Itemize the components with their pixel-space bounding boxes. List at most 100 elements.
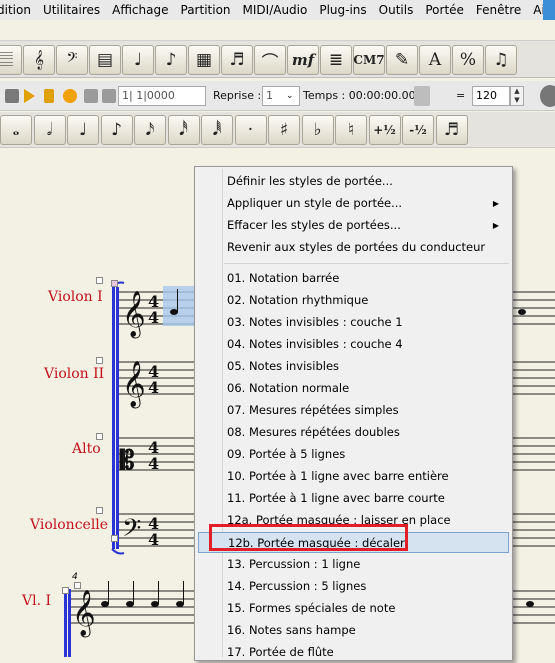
note-entry-toolbar: 𝅝 𝅗𝅥 ♩ ♪ 𝅘𝅥𝅯 𝅘𝅥𝅰 𝅘𝅥𝅱 · ♯ ♭ ♮ +½ -½ ♬ — [0, 112, 555, 148]
menu-item[interactable]: MIDI/Audio — [237, 0, 314, 20]
staff-style-item[interactable]: 16. Notes sans hampe — [198, 620, 509, 641]
tempo-field[interactable]: 120 — [472, 86, 510, 106]
treble-clef-icon: 𝄞 — [122, 361, 146, 409]
chevron-down-icon[interactable]: ⌄ — [286, 86, 294, 106]
svg-text:4: 4 — [148, 378, 159, 397]
record-icon[interactable] — [63, 89, 77, 103]
context-menu-item-label: Revenir aux styles de portées du conduct… — [227, 240, 486, 254]
playback-toolbar: 1| 1|0000 Reprise : 1 ⌄ Temps : 00:00:00… — [0, 81, 555, 111]
context-menu-item-label: Effacer les styles de portées... — [227, 218, 401, 232]
instrument-label-violoncelle[interactable]: Violoncelle — [30, 517, 108, 533]
context-menu-item[interactable]: Définir les styles de portée... — [198, 171, 509, 192]
note-entry-button[interactable]: 𝅘𝅥𝅯 — [134, 115, 166, 145]
staff-style-item[interactable]: 14. Percussion : 5 lignes — [198, 576, 509, 597]
tool-button[interactable]: % — [452, 45, 484, 75]
staff-style-item[interactable]: 17. Portée de flûte — [198, 642, 509, 663]
staff-handle[interactable] — [96, 507, 103, 514]
staff-style-item[interactable]: 09. Portée à 5 lignes — [198, 444, 509, 465]
staff-handle[interactable] — [96, 277, 103, 284]
staff-style-item[interactable]: 05. Notes invisibles — [198, 356, 509, 377]
context-menu-item[interactable]: Effacer les styles de portées... ▶ — [198, 215, 509, 236]
tool-button[interactable]: A — [419, 45, 451, 75]
tool-button[interactable]: ≣ — [320, 45, 352, 75]
note-entry-button[interactable]: · — [234, 115, 267, 145]
staff-style-item[interactable]: 15. Formes spéciales de note — [198, 598, 509, 619]
staff-handle[interactable] — [96, 357, 103, 364]
tool-button[interactable]: 𝄞 — [23, 45, 55, 75]
menu-item[interactable]: dition — [0, 0, 37, 20]
tempo-spin[interactable]: ▲ ▼ — [510, 86, 524, 106]
note-entry-button[interactable]: 𝅝 — [0, 115, 32, 145]
instrument-label-alto[interactable]: Alto — [72, 441, 101, 457]
staff-handle[interactable] — [96, 433, 103, 440]
staff-style-item[interactable]: 02. Notation rhythmique — [198, 290, 509, 311]
tool-button[interactable]: ♬ — [221, 45, 253, 75]
menu-item[interactable]: Utilitaires — [37, 0, 106, 20]
staff-handle[interactable] — [62, 587, 69, 594]
equals-label: = — [456, 89, 466, 102]
pause-icon[interactable] — [44, 89, 54, 103]
staff-handle[interactable] — [111, 280, 118, 287]
tool-button[interactable]: 𝄢 — [56, 45, 88, 75]
tool-button[interactable]: ✎ — [386, 45, 418, 75]
staff-style-item[interactable]: 08. Mesures répétées doubles — [198, 422, 509, 443]
menu-item[interactable]: Plug-ins — [313, 0, 372, 20]
position-field[interactable]: 1| 1|0000 — [118, 86, 206, 106]
menu-item[interactable]: Portée — [419, 0, 470, 20]
staff-style-item[interactable]: 13. Percussion : 1 ligne — [198, 554, 509, 575]
tool-button[interactable]: mf — [287, 45, 319, 75]
staff-style-item[interactable]: 04. Notes invisibles : couche 4 — [198, 334, 509, 355]
menu-item[interactable]: Partition — [175, 0, 237, 20]
tool-button[interactable]: ⌒ — [254, 45, 286, 75]
staff-style-item[interactable]: 06. Notation normale — [198, 378, 509, 399]
tool-button[interactable]: 𝄚 — [0, 45, 22, 75]
tool-button[interactable]: ♪ — [155, 45, 187, 75]
note-entry-button[interactable]: ♮ — [335, 115, 367, 145]
staff-style-item[interactable]: 07. Mesures répétées simples — [198, 400, 509, 421]
svg-text:4: 4 — [148, 308, 159, 327]
note-entry-button[interactable]: +½ — [368, 115, 401, 145]
tool-button[interactable]: ♫ — [485, 45, 517, 75]
play-icon[interactable] — [24, 89, 35, 103]
tempo-stepper-icon[interactable] — [414, 86, 430, 106]
context-menu-item[interactable]: Appliquer un style de portée... ▶ — [198, 193, 509, 214]
tool-button[interactable]: ▦ — [188, 45, 220, 75]
speaker-icon[interactable] — [540, 85, 555, 107]
instrument-label-violon-1[interactable]: Violon I — [48, 289, 103, 305]
staff-handle[interactable] — [111, 535, 118, 542]
alto-clef-icon: 𝄡 — [119, 446, 135, 476]
menubar: dition Utilitaires Affichage Partition MIDI/… — [0, 0, 555, 20]
note-entry-button[interactable]: ♭ — [301, 115, 334, 145]
fast-forward-icon[interactable] — [84, 89, 98, 103]
staff-handle[interactable] — [74, 582, 81, 589]
treble-clef-icon: 𝄞 — [72, 590, 96, 638]
rewind-end-icon[interactable] — [102, 89, 116, 103]
note-entry-button[interactable]: -½ — [402, 115, 434, 145]
menu-item[interactable]: Affichage — [106, 0, 174, 20]
annotation-highlight-box — [209, 524, 408, 551]
note-entry-button[interactable]: ♬ — [435, 115, 468, 145]
tool-button[interactable]: ♩ — [122, 45, 154, 75]
staff-style-item[interactable]: 11. Portée à 1 ligne avec barre courte — [198, 488, 509, 509]
note-entry-button[interactable]: ♯ — [268, 115, 300, 145]
instrument-label-violon-2[interactable]: Violon II — [44, 366, 104, 382]
tempo-label: Temps : 00:00:00.000 — [303, 89, 423, 102]
menu-item[interactable]: Outils — [373, 0, 420, 20]
instrument-label-vl-1[interactable]: Vl. I — [22, 593, 51, 609]
staff-style-context-menu: Définir les styles de portée... Appliquer… — [194, 166, 513, 661]
note-entry-button[interactable]: 𝅘𝅥𝅱 — [201, 115, 233, 145]
context-menu-item[interactable]: Revenir aux styles de portées du conduct… — [198, 237, 509, 258]
menu-item[interactable]: Fenêtre — [470, 0, 527, 20]
note-entry-button[interactable]: ♪ — [100, 115, 133, 145]
stop-icon[interactable] — [5, 89, 19, 103]
tool-button[interactable]: ▤ — [89, 45, 121, 75]
reprise-select[interactable]: 1 — [262, 86, 300, 106]
note-entry-button[interactable]: 𝅗𝅥 — [33, 115, 66, 145]
staff-style-item[interactable]: 10. Portée à 1 ligne avec barre entière — [198, 466, 509, 487]
context-menu-item-label: Appliquer un style de portée... — [227, 196, 403, 210]
staff-style-item[interactable]: 01. Notation barrée — [198, 268, 509, 289]
note-entry-button[interactable]: ♩ — [67, 115, 99, 145]
tool-button[interactable]: CM7 — [353, 45, 385, 75]
note-entry-button[interactable]: 𝅘𝅥𝅰 — [167, 115, 200, 145]
staff-style-item[interactable]: 03. Notes invisibles : couche 1 — [198, 312, 509, 333]
